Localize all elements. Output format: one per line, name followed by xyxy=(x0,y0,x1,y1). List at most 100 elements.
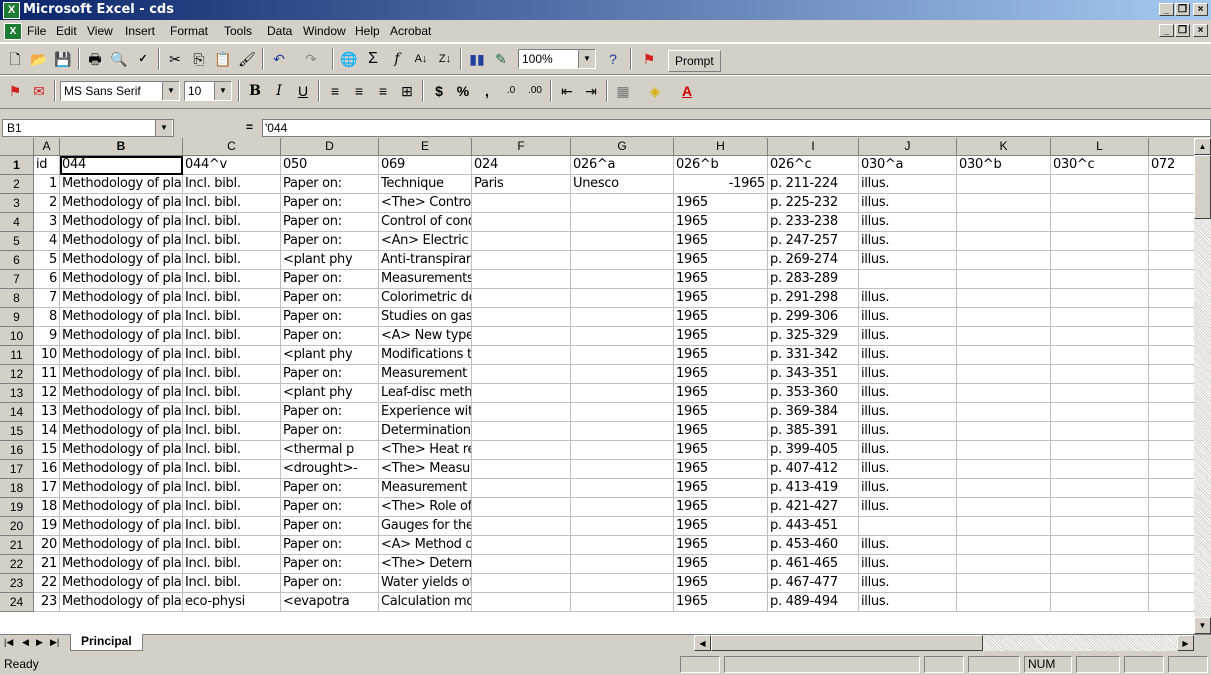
header-cell[interactable]: 030^c xyxy=(1051,156,1149,175)
table-cell[interactable] xyxy=(1051,593,1149,612)
table-cell[interactable] xyxy=(1051,384,1149,403)
table-cell[interactable]: <evapotra xyxy=(281,593,379,612)
table-cell[interactable]: 12 xyxy=(34,384,60,403)
table-cell[interactable]: p. 211-224 xyxy=(768,175,859,194)
decrease-indent-icon[interactable]: ⇤ xyxy=(556,80,578,102)
row-header[interactable]: 21 xyxy=(0,536,34,555)
table-cell[interactable]: Incl. bibl. xyxy=(183,574,281,593)
chevron-down-icon[interactable]: ▼ xyxy=(214,82,231,100)
table-cell[interactable] xyxy=(957,403,1051,422)
table-cell[interactable] xyxy=(957,555,1051,574)
table-cell[interactable] xyxy=(957,232,1051,251)
table-cell[interactable] xyxy=(1149,384,1194,403)
column-header[interactable]: L xyxy=(1051,138,1149,156)
table-cell[interactable] xyxy=(957,270,1051,289)
table-cell[interactable]: Methodology of plant xyxy=(60,365,183,384)
table-cell[interactable]: Incl. bibl. xyxy=(183,403,281,422)
table-cell[interactable]: Paris xyxy=(472,175,571,194)
table-cell[interactable]: Technique xyxy=(379,175,472,194)
table-cell[interactable]: Incl. bibl. xyxy=(183,346,281,365)
column-header[interactable]: E xyxy=(379,138,472,156)
row-header[interactable]: 18 xyxy=(0,479,34,498)
chart-wizard-icon[interactable]: ▮▮ xyxy=(466,48,488,70)
table-cell[interactable]: Incl. bibl. xyxy=(183,422,281,441)
menu-help[interactable]: Help xyxy=(355,24,380,38)
column-header[interactable] xyxy=(1149,138,1194,156)
table-cell[interactable] xyxy=(1051,308,1149,327)
table-cell[interactable]: 8 xyxy=(34,308,60,327)
table-cell[interactable]: p. 467-477 xyxy=(768,574,859,593)
table-cell[interactable]: 13 xyxy=(34,403,60,422)
increase-indent-icon[interactable]: ⇥ xyxy=(580,80,602,102)
increase-decimal-icon[interactable]: .0 xyxy=(500,80,522,102)
table-cell[interactable]: Methodology of plant xyxy=(60,422,183,441)
row-header[interactable]: 14 xyxy=(0,403,34,422)
table-cell[interactable]: p. 443-451 xyxy=(768,517,859,536)
table-cell[interactable]: Measurement of water stress in p xyxy=(379,365,472,384)
table-cell[interactable]: 6 xyxy=(34,270,60,289)
table-cell[interactable]: Incl. bibl. xyxy=(183,308,281,327)
table-cell[interactable]: p. 291-298 xyxy=(768,289,859,308)
table-cell[interactable] xyxy=(472,308,571,327)
percent-icon[interactable]: % xyxy=(452,80,474,102)
table-cell[interactable] xyxy=(1149,498,1194,517)
column-header[interactable]: B xyxy=(60,138,183,156)
font-size-select[interactable]: 10 ▼ xyxy=(184,81,232,101)
table-cell[interactable]: 23 xyxy=(34,593,60,612)
table-cell[interactable]: Methodology of plant xyxy=(60,574,183,593)
table-cell[interactable] xyxy=(957,251,1051,270)
header-cell[interactable]: 050 xyxy=(281,156,379,175)
table-cell[interactable]: Methodology of plant xyxy=(60,403,183,422)
table-cell[interactable]: Modifications to the relative turgi xyxy=(379,346,472,365)
table-cell[interactable]: 4 xyxy=(34,232,60,251)
table-cell[interactable] xyxy=(1051,327,1149,346)
menu-format[interactable]: Format xyxy=(170,24,208,38)
table-cell[interactable] xyxy=(957,327,1051,346)
table-cell[interactable]: Paper on: xyxy=(281,422,379,441)
table-cell[interactable]: illus. xyxy=(859,232,957,251)
table-cell[interactable] xyxy=(957,536,1051,555)
table-cell[interactable] xyxy=(571,270,674,289)
table-cell[interactable] xyxy=(1149,346,1194,365)
table-cell[interactable]: illus. xyxy=(859,460,957,479)
table-cell[interactable]: illus. xyxy=(859,498,957,517)
table-cell[interactable]: 1965 xyxy=(674,498,768,517)
header-cell[interactable]: 026^a xyxy=(571,156,674,175)
table-cell[interactable]: 1965 xyxy=(674,251,768,270)
table-cell[interactable] xyxy=(472,327,571,346)
table-cell[interactable] xyxy=(1051,213,1149,232)
table-cell[interactable] xyxy=(571,384,674,403)
scroll-up-icon[interactable]: ▲ xyxy=(1194,138,1211,155)
table-cell[interactable]: <The> Heat resistance of plants. xyxy=(379,441,472,460)
scroll-down-icon[interactable]: ▼ xyxy=(1194,617,1211,634)
new-icon[interactable]: 🗋 xyxy=(4,48,26,70)
table-cell[interactable]: illus. xyxy=(859,593,957,612)
sort-ascending-icon[interactable]: A↓ xyxy=(410,48,432,70)
column-header[interactable]: H xyxy=(674,138,768,156)
table-cell[interactable] xyxy=(571,289,674,308)
excel-app-icon[interactable]: X xyxy=(3,2,20,19)
table-cell[interactable] xyxy=(472,536,571,555)
table-cell[interactable]: Incl. bibl. xyxy=(183,384,281,403)
table-cell[interactable]: p. 225-232 xyxy=(768,194,859,213)
table-cell[interactable]: p. 233-238 xyxy=(768,213,859,232)
table-cell[interactable]: <plant phy xyxy=(281,346,379,365)
cut-icon[interactable]: ✂ xyxy=(164,48,186,70)
table-cell[interactable]: 1965 xyxy=(674,384,768,403)
row-header[interactable]: 23 xyxy=(0,574,34,593)
table-cell[interactable]: <A> New type of porometer for m xyxy=(379,327,472,346)
table-cell[interactable] xyxy=(957,593,1051,612)
function-icon[interactable]: f xyxy=(386,48,408,70)
table-cell[interactable] xyxy=(1149,403,1194,422)
table-cell[interactable]: Paper on: xyxy=(281,574,379,593)
table-cell[interactable] xyxy=(957,460,1051,479)
table-cell[interactable] xyxy=(1051,175,1149,194)
table-cell[interactable] xyxy=(472,270,571,289)
table-cell[interactable]: p. 353-360 xyxy=(768,384,859,403)
table-cell[interactable]: Incl. bibl. xyxy=(183,270,281,289)
row-header[interactable]: 9 xyxy=(0,308,34,327)
table-cell[interactable]: illus. xyxy=(859,422,957,441)
decrease-decimal-icon[interactable]: .00 xyxy=(524,80,546,102)
table-cell[interactable]: Anti-transpirants as a research to xyxy=(379,251,472,270)
table-cell[interactable]: Paper on: xyxy=(281,270,379,289)
